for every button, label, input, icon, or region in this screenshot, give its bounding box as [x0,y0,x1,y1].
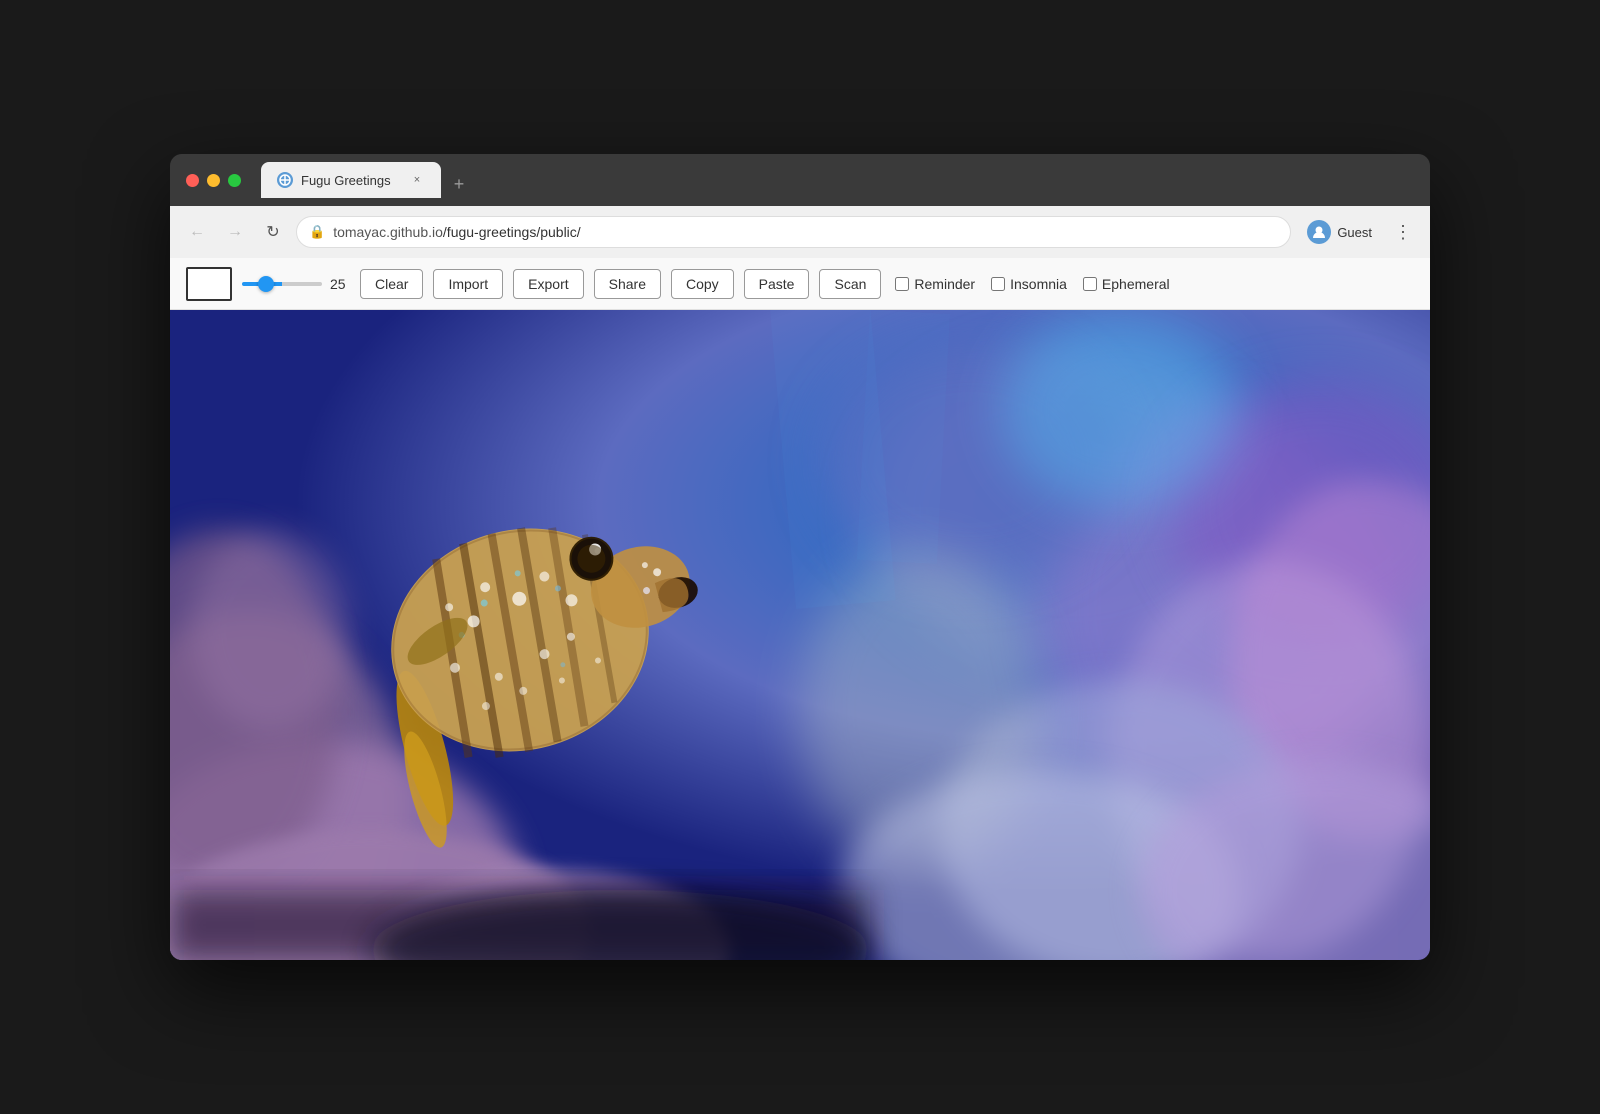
share-button[interactable]: Share [594,269,661,299]
slider-value: 25 [330,276,350,292]
close-button[interactable] [186,174,199,187]
fish-image-container [170,310,1430,960]
main-content [170,310,1430,960]
back-button[interactable]: ← [182,217,212,247]
slider-container: 25 [242,276,350,292]
nav-bar: ← → ↻ 🔒 tomayac.github.io/fugu-greetings… [170,206,1430,258]
active-tab[interactable]: Fugu Greetings × [261,162,441,198]
browser-window: Fugu Greetings × + ← → ↻ 🔒 tomayac.githu… [170,154,1430,960]
copy-button[interactable]: Copy [671,269,734,299]
url-display: tomayac.github.io/fugu-greetings/public/ [333,224,1278,240]
tab-close-button[interactable]: × [409,172,425,188]
nav-right: Guest ⋮ [1299,216,1418,248]
ephemeral-label: Ephemeral [1102,276,1170,292]
scan-button[interactable]: Scan [819,269,881,299]
traffic-lights [186,174,241,187]
ephemeral-checkbox-item[interactable]: Ephemeral [1083,276,1170,292]
profile-icon [1307,220,1331,244]
minimize-button[interactable] [207,174,220,187]
tab-title: Fugu Greetings [301,173,401,188]
new-tab-button[interactable]: + [445,170,473,198]
insomnia-label: Insomnia [1010,276,1067,292]
reminder-checkbox-item[interactable]: Reminder [895,276,975,292]
reminder-label: Reminder [914,276,975,292]
profile-button[interactable]: Guest [1299,216,1380,248]
toolbar: 25 Clear Import Export Share Copy Paste … [170,258,1430,310]
canvas-preview [186,267,232,301]
export-button[interactable]: Export [513,269,583,299]
paste-button[interactable]: Paste [744,269,810,299]
brush-size-slider[interactable] [242,282,322,286]
url-path: /fugu-greetings/public/ [443,224,581,240]
address-bar[interactable]: 🔒 tomayac.github.io/fugu-greetings/publi… [296,216,1291,248]
ephemeral-checkbox[interactable] [1083,277,1097,291]
insomnia-checkbox-item[interactable]: Insomnia [991,276,1067,292]
reload-button[interactable]: ↻ [258,217,288,247]
browser-menu-button[interactable]: ⋮ [1388,217,1418,247]
tab-favicon [277,172,293,188]
tab-bar: Fugu Greetings × + [261,162,473,198]
fish-scene [170,310,1430,960]
checkbox-group: Reminder Insomnia Ephemeral [895,276,1169,292]
url-base: tomayac.github.io [333,224,443,240]
profile-label: Guest [1337,225,1372,240]
forward-button[interactable]: → [220,217,250,247]
clear-button[interactable]: Clear [360,269,423,299]
import-button[interactable]: Import [433,269,503,299]
reminder-checkbox[interactable] [895,277,909,291]
maximize-button[interactable] [228,174,241,187]
lock-icon: 🔒 [309,224,325,240]
insomnia-checkbox[interactable] [991,277,1005,291]
title-bar: Fugu Greetings × + [170,154,1430,206]
